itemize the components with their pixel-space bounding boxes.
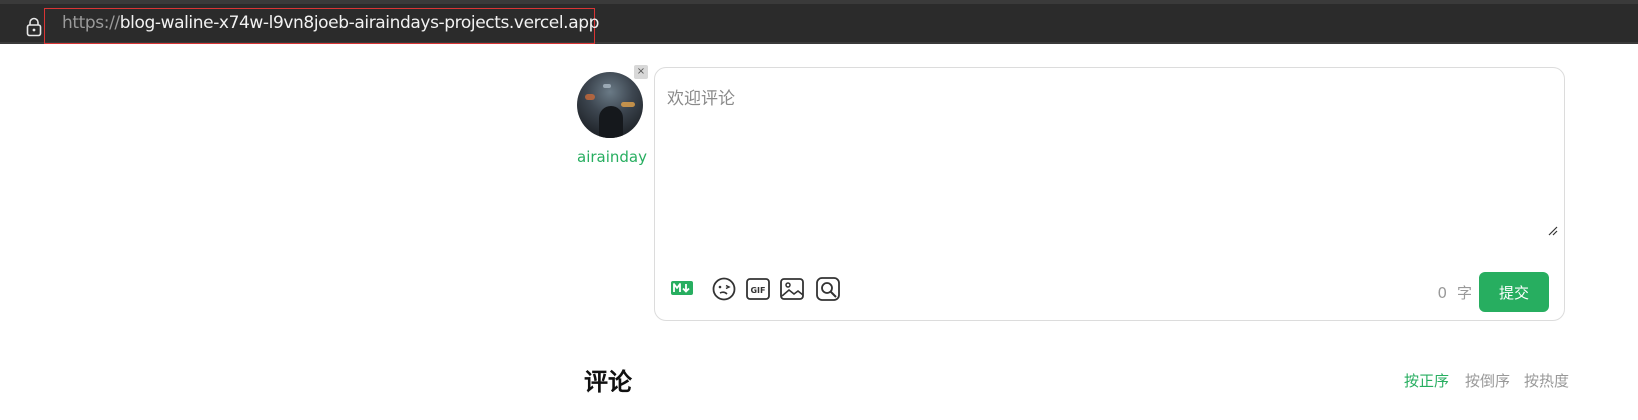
comment-textarea[interactable]	[665, 82, 1557, 254]
markdown-icon[interactable]	[671, 280, 693, 296]
avatar-light	[603, 84, 611, 88]
avatar-figure	[599, 106, 623, 138]
comment-editor-box: GIF 0字 提交	[654, 67, 1565, 321]
avatar[interactable]	[577, 72, 643, 138]
nickname[interactable]: airainday	[577, 148, 647, 166]
search-icon[interactable]	[815, 276, 841, 302]
url-host: blog-waline-x74w-l9vn8joeb-airaindays-pr…	[119, 13, 600, 33]
sort-hot-tab[interactable]: 按热度	[1524, 370, 1569, 391]
sort-asc-tab[interactable]: 按正序	[1404, 370, 1449, 391]
word-count-unit: 字	[1456, 284, 1472, 302]
url-text[interactable]: https://blog-waline-x74w-l9vn8joeb-airai…	[62, 12, 599, 34]
resize-handle-icon[interactable]	[1548, 226, 1558, 236]
avatar-light	[585, 94, 595, 100]
word-count-value: 0	[1437, 284, 1447, 302]
gif-icon[interactable]: GIF	[745, 276, 771, 302]
sort-desc-tab[interactable]: 按倒序	[1465, 370, 1510, 391]
url-scheme: https://	[62, 13, 120, 33]
submit-button[interactable]: 提交	[1479, 272, 1549, 312]
browser-toolbar: https://blog-waline-x74w-l9vn8joeb-airai…	[0, 0, 1638, 44]
svg-text:GIF: GIF	[750, 286, 765, 295]
word-count: 0字	[1437, 282, 1472, 303]
user-avatar-container	[577, 72, 643, 138]
image-icon[interactable]	[779, 276, 805, 302]
avatar-light	[621, 102, 635, 107]
logout-close-button[interactable]: ×	[634, 65, 648, 79]
comments-title: 评论	[584, 368, 632, 396]
emoji-icon[interactable]	[711, 276, 737, 302]
lock-icon	[26, 17, 42, 37]
